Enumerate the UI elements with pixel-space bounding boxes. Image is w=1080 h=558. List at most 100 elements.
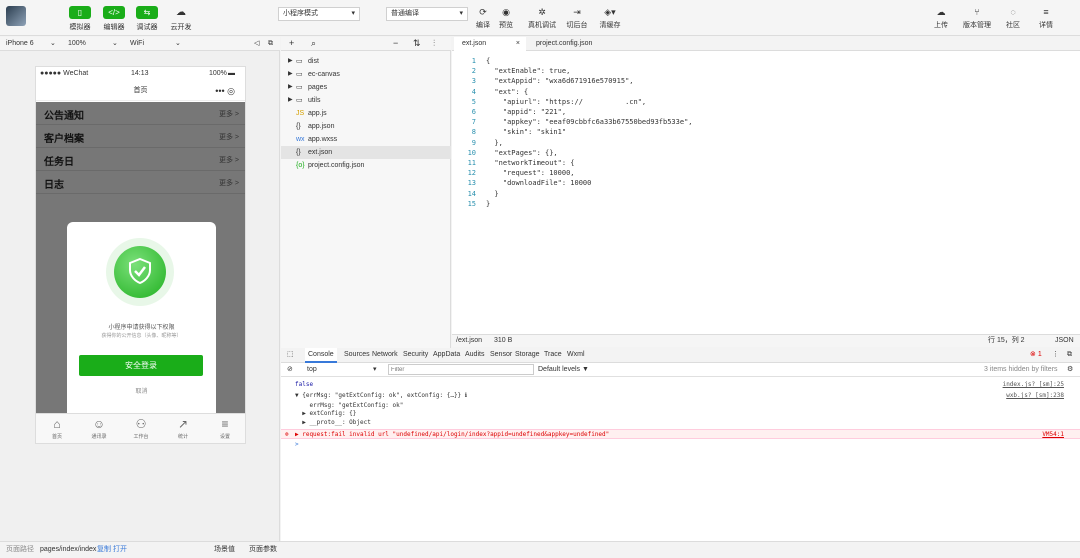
layers-icon: ◈▾ <box>604 7 616 17</box>
file-item[interactable]: ▶ ▭ pages <box>281 81 451 94</box>
source-link[interactable]: wxb.js? [sm]:238 <box>1006 391 1064 401</box>
details-button[interactable]: ≡ 详情 <box>1033 6 1059 30</box>
tab-appdata[interactable]: AppData <box>430 348 463 363</box>
inspect-icon[interactable]: ⬚ <box>287 348 294 362</box>
list-item[interactable]: 日志 更多 > <box>36 171 245 194</box>
network-select[interactable]: WiFi <box>130 37 144 50</box>
more-icon[interactable]: ⋮ <box>1052 348 1059 362</box>
chevron-right-icon: ▶ <box>288 58 293 64</box>
tab-sensor[interactable]: Sensor <box>487 348 515 363</box>
detach-icon[interactable]: ⧉ <box>268 37 273 50</box>
code-editor[interactable]: 1 {2 "extEnable": true, 3 "extAppid": "wxa… <box>452 51 1080 334</box>
version-button[interactable]: ⑂ 版本管理 <box>961 6 993 30</box>
list-item[interactable]: 客户档案 更多 > <box>36 125 245 148</box>
list-item[interactable]: 公告通知 更多 > <box>36 102 245 125</box>
collapse-icon[interactable]: − <box>393 38 398 48</box>
file-name: dist <box>308 58 319 65</box>
avatar[interactable] <box>6 6 26 26</box>
file-item[interactable]: JS app.js <box>281 107 451 120</box>
file-icon: {o} <box>296 162 305 169</box>
tab-label: 设置 <box>219 434 230 440</box>
params-button[interactable]: 页面参数 <box>249 542 277 558</box>
tab-item[interactable]: ↗ 统计 <box>163 416 203 440</box>
cloud-button[interactable]: ☁ 云开发 <box>164 6 198 32</box>
tab-trace[interactable]: Trace <box>541 348 565 363</box>
tab-icon: ☺ <box>92 417 106 431</box>
phone-nav-bar: 首页 ••• ◎ <box>36 81 245 101</box>
code-line: "ext": { <box>486 87 529 96</box>
tab-ext-json[interactable]: ext.json × <box>454 37 526 51</box>
filter-input[interactable] <box>388 364 534 375</box>
scene-button[interactable]: 场景值 <box>214 542 235 558</box>
tab-network[interactable]: Network <box>369 348 401 363</box>
chat-icon: ◌ <box>1010 7 1016 17</box>
file-item[interactable]: ▶ ▭ ec-canvas <box>281 68 451 81</box>
console-text: ▶ request:fail invalid url "undefined/ap… <box>295 431 610 438</box>
chevron-down-icon: ▾ <box>373 366 377 373</box>
dock-icon[interactable]: ⧉ <box>1067 348 1072 362</box>
open-link[interactable]: 打开 <box>113 542 127 558</box>
file-item[interactable]: {o} project.config.json <box>281 159 451 172</box>
simulator-button[interactable]: ▯ 模拟器 <box>63 6 97 32</box>
file-item[interactable]: {} app.json <box>281 120 451 133</box>
more-link[interactable]: 更多 > <box>219 178 239 188</box>
tab-wxml[interactable]: Wxml <box>564 348 588 363</box>
close-icon[interactable]: × <box>516 37 520 50</box>
console-text: ▼ {errMsg: "getExtConfig: ok", extConfig… <box>295 392 468 399</box>
source-link[interactable]: VM54:1 <box>1042 430 1064 440</box>
tab-item[interactable]: ⚇ 工作台 <box>121 416 161 440</box>
clear-cache-button[interactable]: ◈▾ 清缓存 <box>597 6 623 30</box>
mode-select[interactable]: 小程序模式 ▾ <box>278 7 360 21</box>
background-button[interactable]: ⇥ 切后台 <box>564 6 590 30</box>
file-item[interactable]: wx app.wxss <box>281 133 451 146</box>
zoom-select[interactable]: 100% <box>68 37 86 50</box>
simulator-icon: ▯ <box>69 6 91 19</box>
context-select[interactable]: top <box>307 363 317 376</box>
tab-item[interactable]: ≡ 设置 <box>205 416 245 440</box>
source-link[interactable]: index.js? [sm]:25 <box>1003 380 1064 390</box>
tab-sources[interactable]: Sources <box>341 348 373 363</box>
more-link[interactable]: 更多 > <box>219 109 239 119</box>
layout-icon[interactable]: ⫶ <box>433 38 435 49</box>
row-title: 任务日 <box>44 157 74 168</box>
levels-select[interactable]: Default levels ▼ <box>538 363 589 376</box>
preview-button[interactable]: ◉ 预览 <box>493 6 519 30</box>
tab-label: 通讯录 <box>91 434 107 440</box>
editor-button[interactable]: </> 编辑器 <box>97 6 131 32</box>
add-icon[interactable]: + <box>289 38 294 48</box>
cancel-link[interactable]: 取消 <box>67 386 216 395</box>
tab-item[interactable]: ☺ 通讯录 <box>79 416 119 440</box>
capsule-menu-icon[interactable]: ••• ◎ <box>215 86 235 96</box>
tab-item[interactable]: ⌂ 首页 <box>37 416 77 440</box>
error-count-badge: ⊗ 1 <box>1030 351 1042 358</box>
file-item[interactable]: ▶ ▭ dist <box>281 55 451 68</box>
file-item[interactable]: ▶ ▭ utils <box>281 94 451 107</box>
login-button[interactable]: 安全登录 <box>79 355 203 376</box>
device-select[interactable]: iPhone 6 <box>6 37 34 50</box>
debugger-button[interactable]: ⇆ 调试器 <box>130 6 164 32</box>
line-number: 9 <box>471 138 476 147</box>
tab-audits[interactable]: Audits <box>462 348 487 363</box>
copy-link[interactable]: 复制 <box>97 542 111 558</box>
clear-console-icon[interactable]: ⊘ <box>287 363 293 376</box>
search-icon[interactable]: ⌕ <box>311 38 316 49</box>
tab-security[interactable]: Security <box>400 348 431 363</box>
console-text: false <box>295 381 314 388</box>
upload-button[interactable]: ☁ 上传 <box>928 6 954 30</box>
mute-icon[interactable]: ◁ <box>254 37 259 50</box>
real-debug-button[interactable]: ✲ 真机调试 <box>527 6 557 30</box>
tab-icon: ⚇ <box>135 417 147 431</box>
tab-project-config[interactable]: project.config.json <box>528 37 600 51</box>
compile-mode-select[interactable]: 普通编译 ▾ <box>386 7 468 21</box>
tab-storage[interactable]: Storage <box>512 348 543 363</box>
gear-icon[interactable]: ⚙ <box>1067 363 1073 376</box>
code-icon: </> <box>103 6 125 19</box>
sort-icon[interactable]: ⇅ <box>413 38 421 49</box>
list-item[interactable]: 任务日 更多 > <box>36 148 245 171</box>
more-link[interactable]: 更多 > <box>219 155 239 165</box>
community-button[interactable]: ◌ 社区 <box>1000 6 1026 30</box>
file-name: ec-canvas <box>308 71 340 78</box>
tab-console[interactable]: Console <box>305 348 337 363</box>
more-link[interactable]: 更多 > <box>219 132 239 142</box>
file-item[interactable]: {} ext.json <box>281 146 451 159</box>
